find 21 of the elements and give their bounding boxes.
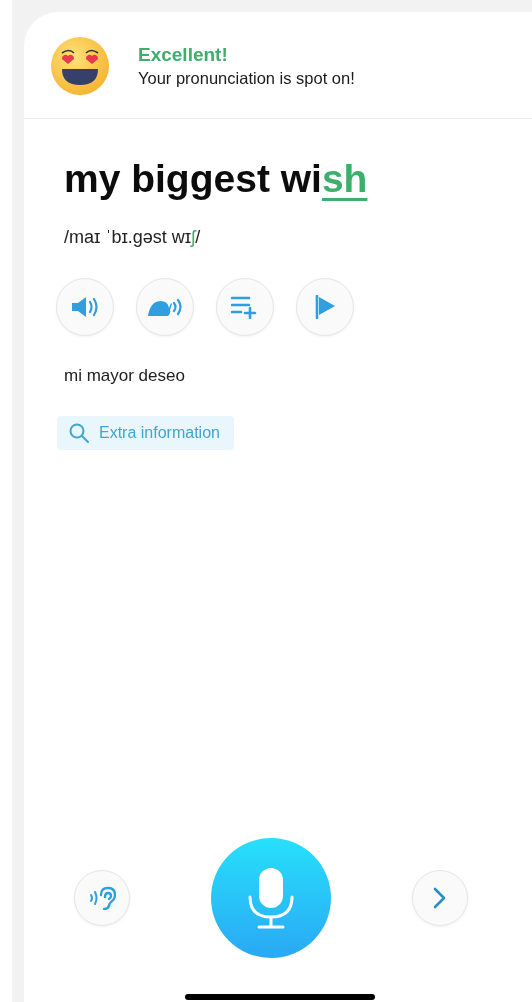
translation-text: mi mayor deseo xyxy=(64,366,186,386)
search-icon xyxy=(69,423,89,443)
ear-icon xyxy=(88,886,116,910)
feedback-message: Your pronunciation is spot on! xyxy=(138,69,355,88)
flag-icon xyxy=(314,295,336,319)
phrase-text: my biggest wish xyxy=(64,157,369,201)
heart-eyes-emoji-icon xyxy=(50,36,110,96)
listen-button[interactable] xyxy=(74,870,130,926)
chevron-right-icon xyxy=(433,887,447,909)
feedback-title: Excellent! xyxy=(138,44,229,66)
slow-audio-button[interactable] xyxy=(136,278,194,336)
snail-icon xyxy=(147,296,183,318)
microphone-icon xyxy=(247,867,295,929)
add-to-list-icon xyxy=(231,295,259,319)
add-to-list-button[interactable] xyxy=(216,278,274,336)
play-audio-button[interactable] xyxy=(56,278,114,336)
report-button[interactable] xyxy=(296,278,354,336)
next-button[interactable] xyxy=(412,870,468,926)
extra-information-button[interactable]: Extra information xyxy=(57,416,234,450)
speaker-icon xyxy=(70,295,100,319)
phonetic-transcription: /maɪ ˈbɪ.gəst wɪʃ/ xyxy=(64,227,202,248)
